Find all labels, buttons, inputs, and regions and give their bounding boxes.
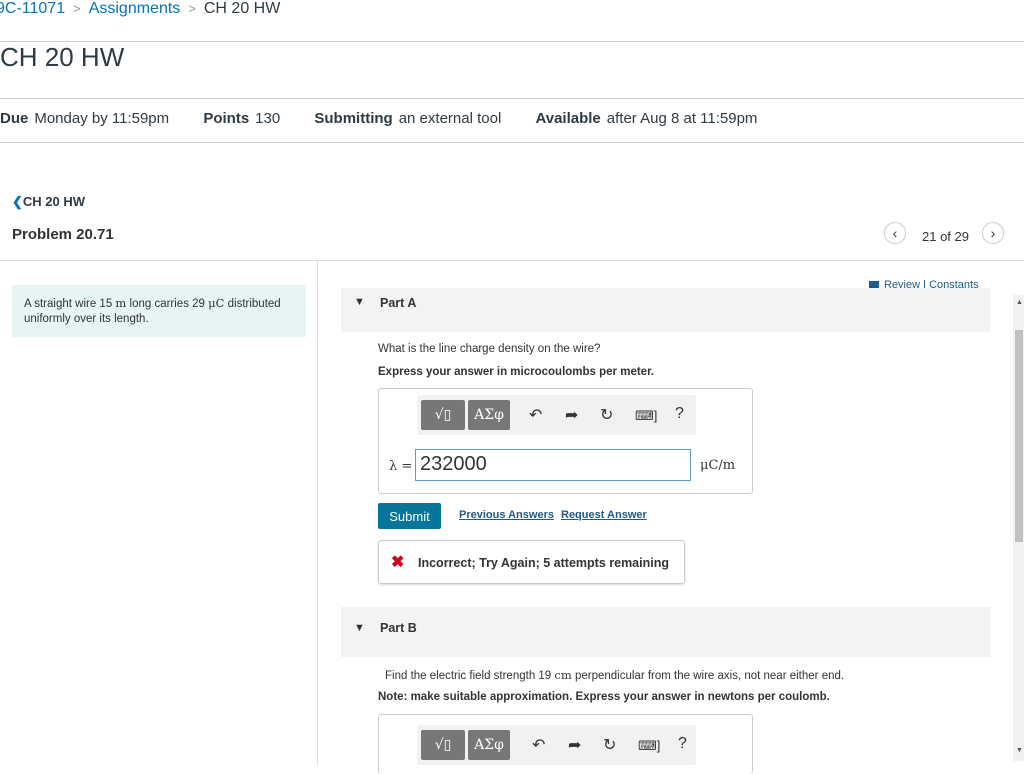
feedback-message: ✖ Incorrect; Try Again; 5 attempts remai… [378,540,685,584]
templates-icon: √▯ [434,407,452,423]
next-problem-button[interactable]: › [982,222,1004,244]
answer-variable: λ = [389,459,413,474]
question-text: perpendicular from the wire axis, not ne… [571,670,845,682]
undo-icon[interactable]: ↶ [529,405,542,425]
part-a-header[interactable]: ▼ Part A [341,288,990,332]
feedback-text: Incorrect; Try Again; 5 attempts remaini… [418,556,669,570]
chevron-left-icon: ‹ [892,225,898,241]
reset-icon[interactable]: ↻ [603,735,616,755]
back-link-label: CH 20 HW [22,194,86,209]
part-b-instruction: Note: make suitable approximation. Expre… [378,691,830,703]
part-b-answer-box: √▯ ΑΣφ ↶ ➦ ↻ ⌨] ? [378,714,753,774]
templates-button[interactable]: √▯ [421,730,465,760]
keyboard-icon[interactable]: ⌨] [635,408,657,424]
help-icon[interactable]: ? [678,735,687,753]
keyboard-icon[interactable]: ⌨] [638,738,660,754]
undo-icon[interactable]: ↶ [532,735,545,755]
page-title: CH 20 HW [0,42,125,72]
points-label: Points [203,110,250,127]
available-label: Available [535,110,601,127]
part-b-question: Find the electric field strength 19 cm p… [385,668,844,682]
incorrect-x-icon: ✖ [391,554,405,571]
symbols-icon: ΑΣφ [474,407,504,423]
scrollbar-thumb[interactable] [1015,330,1023,542]
submitting-label: Submitting [314,110,393,127]
templates-icon: √▯ [434,737,452,753]
breadcrumb-assignments-link[interactable]: Assignments [89,0,181,17]
question-text: Find the electric field strength 19 [385,670,555,682]
part-a-question: What is the line charge density on the w… [378,343,601,355]
submit-button[interactable]: Submit [378,503,441,529]
math-toolbar: √▯ ΑΣφ ↶ ➦ ↻ ⌨] ? [417,725,696,765]
part-b-header[interactable]: ▼ Part B [341,607,990,657]
collapse-triangle-icon: ▼ [354,622,365,634]
previous-problem-button[interactable]: ‹ [884,222,906,244]
assignment-details: Due Monday by 11:59pm Points 130 Submittin… [0,110,787,127]
breadcrumb-separator-icon: > [73,1,81,16]
reset-icon[interactable]: ↻ [600,405,613,425]
breadcrumb: 9C-11071 > Assignments > CH 20 HW [0,0,280,20]
redo-icon[interactable]: ➦ [565,405,578,425]
part-a-label: Part A [380,296,417,310]
points-value: 130 [255,110,281,127]
redo-icon[interactable]: ➦ [568,735,581,755]
intro-text: A straight wire 15 [24,298,116,310]
due-label: Due [0,110,29,127]
answer-input[interactable]: 232000 [415,449,691,481]
chevron-right-icon: › [990,225,996,241]
divider [0,41,1024,42]
scroll-down-icon[interactable]: ▼ [1016,747,1023,754]
submitting-value: an external tool [398,110,502,127]
request-answer-link[interactable]: Request Answer [561,509,647,521]
part-a-instruction: Express your answer in microcoulombs per… [378,366,655,378]
breadcrumb-separator-icon: > [188,1,196,16]
intro-unit: m [115,296,127,310]
back-to-assignment-link[interactable]: ❮CH 20 HW [12,194,85,210]
scrollbar[interactable]: ▲ ▼ [1013,295,1024,761]
previous-answers-link[interactable]: Previous Answers [459,509,554,521]
help-icon[interactable]: ? [675,405,684,423]
breadcrumb-current: CH 20 HW [203,0,281,17]
problem-title: Problem 20.71 [12,226,114,243]
chevron-left-icon: ❮ [12,194,23,209]
collapse-triangle-icon: ▼ [354,296,365,308]
symbols-icon: ΑΣφ [474,737,504,753]
divider [0,98,1024,99]
scroll-up-icon[interactable]: ▲ [1016,299,1023,306]
divider [0,142,1024,143]
math-toolbar: √▯ ΑΣφ ↶ ➦ ↻ ⌨] ? [417,395,696,435]
intro-unit: μC [208,296,225,310]
templates-button[interactable]: √▯ [421,400,465,430]
part-b-label: Part B [380,621,417,635]
symbols-button[interactable]: ΑΣφ [468,730,510,760]
problem-position: 21 of 29 [922,229,969,244]
part-a-answer-box: √▯ ΑΣφ ↶ ➦ ↻ ⌨] ? λ = 232000 μC/m [378,388,753,494]
question-unit: cm [554,668,572,682]
divider [0,260,1024,261]
problem-intro: A straight wire 15 m long carries 29 μC … [12,285,306,337]
due-value: Monday by 11:59pm [34,110,170,127]
symbols-button[interactable]: ΑΣφ [468,400,510,430]
answer-unit: μC/m [700,458,736,473]
panel-divider [317,260,318,766]
available-value: after Aug 8 at 11:59pm [606,110,758,127]
intro-text: long carries 29 [126,298,209,310]
breadcrumb-course-link[interactable]: 9C-11071 [0,0,65,17]
